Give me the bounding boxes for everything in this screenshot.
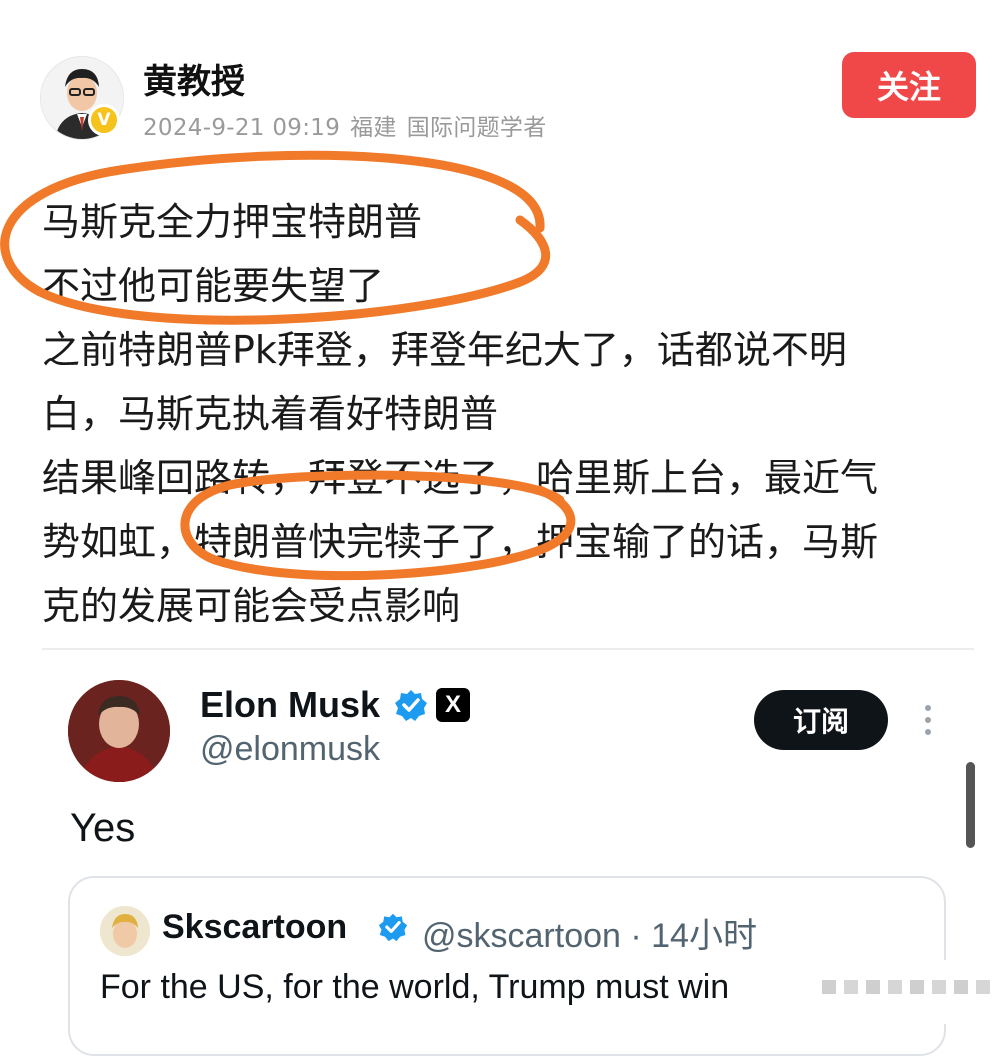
scrollbar[interactable] [966,762,975,848]
skscartoon-avatar[interactable] [100,906,150,956]
quoted-name[interactable]: Skscartoon [162,908,347,947]
elon-handle[interactable]: @elonmusk [200,730,380,769]
post-line: 不过他可能要失望了 [42,264,385,308]
quoted-text: For the US, for the world, Trump must wi… [100,968,730,1006]
more-vertical-icon[interactable] [918,700,938,740]
post-line: 之前特朗普Pk拜登，拜登年纪大了，话都说不明 [42,328,847,372]
watermark-icon [822,980,990,994]
post-line: 白，马斯克执着看好特朗普 [42,392,499,436]
blue-check-icon [395,690,427,721]
blue-check-icon [378,913,408,942]
post-line: 克的发展可能会受点影响 [42,584,461,628]
post-line: 马斯克全力押宝特朗普 [42,200,423,244]
quoted-handle-time[interactable]: @skscartoon · 14小时 [422,908,757,957]
divider [42,648,974,650]
post-line: 结果峰回路转，拜登不选了，哈里斯上台，最近气 [42,456,879,500]
post-body: 马斯克全力押宝特朗普 不过他可能要失望了 之前特朗普Pk拜登，拜登年纪大了，话都… [42,190,972,638]
subscribe-button[interactable]: 订阅 [754,690,888,750]
post-meta: 2024-9-21 09:19 福建 国际问题学者 [143,108,557,142]
verified-icon: V [88,104,120,136]
elon-name[interactable]: Elon Musk [200,684,380,726]
elon-avatar[interactable] [68,680,170,782]
author-name[interactable]: 黄教授 [143,54,245,103]
post-date: 2024-9-21 09:19 [143,115,341,141]
post-location: 福建 [350,115,397,141]
elon-name-text: Elon Musk [200,684,381,725]
author-title: 国际问题学者 [406,115,547,141]
follow-button[interactable]: 关注 [842,52,976,118]
post-line: 势如虹，特朗普快完犊子了，押宝输了的话，马斯 [42,520,879,564]
tweet-text: Yes [70,806,136,850]
x-logo-icon: X [436,688,470,722]
